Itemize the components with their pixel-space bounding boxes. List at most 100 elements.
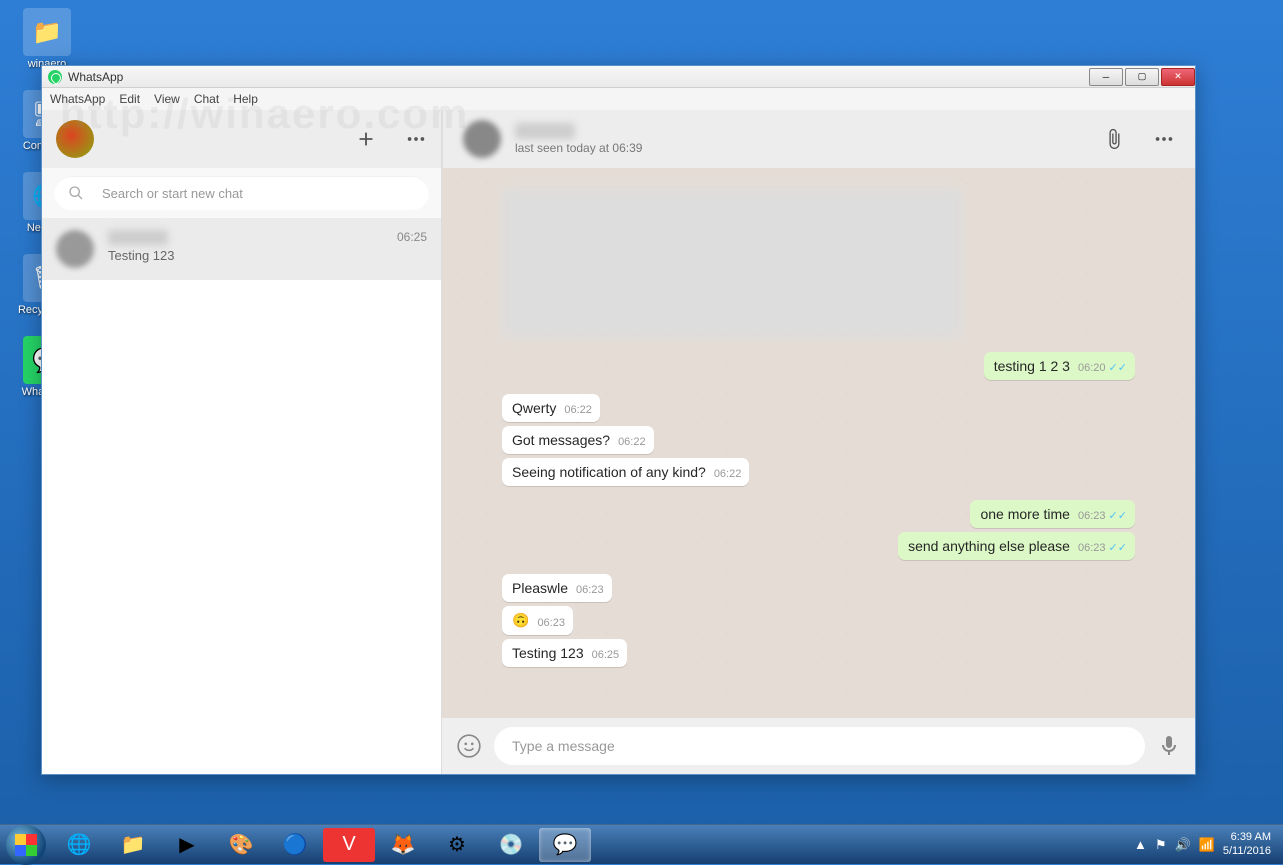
message-text: Seeing notification of any kind? [512,464,706,480]
start-button[interactable] [6,825,46,865]
taskbar-whatsapp[interactable]: 💬 [539,828,591,862]
message-row: Pleaswle 06:23 [502,574,1135,602]
message-time: 06:23 [576,584,604,596]
taskbar-chrome[interactable]: 🔵 [269,828,321,862]
search-icon [68,185,84,201]
mic-icon[interactable] [1157,734,1181,758]
message-time: 06:22 [714,468,742,480]
message-incoming[interactable]: Got messages?06:22 [502,426,654,454]
message-row: Qwerty 06:22 [502,394,1135,422]
message-text: testing 1 2 3 [994,358,1070,374]
chat-time: 06:25 [397,230,427,245]
message-input[interactable]: Type a message [494,727,1145,765]
contact-avatar [56,230,94,268]
message-text: Got messages? [512,432,610,448]
read-ticks-icon: ✓✓ [1106,510,1128,522]
menubar: WhatsApp Edit View Chat Help [42,88,1195,110]
tray-flag-icon[interactable]: ⚑ [1155,837,1167,853]
message-time: 06:20 ✓✓ [1078,361,1127,374]
clock-date: 5/11/2016 [1223,845,1271,858]
chat-preview: Testing 123 [108,248,427,263]
message-text: send anything else please [908,538,1070,554]
message-outgoing[interactable]: testing 1 2 3 06:20 ✓✓ [984,352,1135,380]
chat-contact-name [515,123,575,139]
chat-menu-icon[interactable] [1153,128,1175,150]
titlebar[interactable]: WhatsApp ─ ▢ ✕ [42,66,1195,88]
clock-time: 6:39 AM [1223,831,1271,844]
attach-icon[interactable] [1103,128,1125,150]
menu-whatsapp[interactable]: WhatsApp [50,92,105,106]
message-time: 06:22 [564,404,592,416]
message-incoming[interactable]: Qwerty 06:22 [502,394,600,422]
redacted-messages [502,188,962,338]
message-text: one more time [980,506,1069,522]
whatsapp-app-icon [48,70,62,84]
menu-help[interactable]: Help [233,92,258,106]
tray-volume-icon[interactable]: 🔊 [1175,837,1191,853]
message-row: Got messages?06:22 [502,426,1135,454]
whatsapp-window: WhatsApp ─ ▢ ✕ WhatsApp Edit View Chat H… [41,65,1196,775]
messages-area[interactable]: testing 1 2 3 06:20 ✓✓ Qwerty 06:22 Got mess… [442,168,1195,718]
new-chat-icon[interactable] [355,128,377,150]
chat-status: last seen today at 06:39 [515,141,1103,155]
user-avatar[interactable] [56,120,94,158]
desktop-icon-winaero[interactable]: 📁 winaero [12,8,82,70]
message-time: 06:23 ✓✓ [1078,541,1127,554]
read-ticks-icon: ✓✓ [1106,542,1128,554]
message-text: Pleaswle [512,580,568,596]
chat-list-item[interactable]: 06:25 Testing 123 [42,218,441,280]
menu-dots-icon[interactable] [405,128,427,150]
taskbar-explorer[interactable]: 📁 [107,828,159,862]
menu-edit[interactable]: Edit [119,92,140,106]
taskbar-app1[interactable]: 🎨 [215,828,267,862]
taskbar-vivaldi[interactable]: V [323,828,375,862]
message-time: 06:23 [537,617,565,629]
menu-chat[interactable]: Chat [194,92,219,106]
menu-view[interactable]: View [154,92,180,106]
close-button[interactable]: ✕ [1161,68,1195,86]
message-row: one more time 06:23 ✓✓ [502,500,1135,528]
read-ticks-icon: ✓✓ [1106,362,1128,374]
sidebar: Search or start new chat 06:25 Testing 1… [42,110,442,774]
message-row: 🙃 06:23 [502,606,1135,635]
search-input[interactable]: Search or start new chat [54,176,429,210]
message-incoming[interactable]: 🙃 06:23 [502,606,573,635]
folder-icon: 📁 [23,8,71,56]
search-placeholder: Search or start new chat [102,186,243,201]
emoji-icon[interactable] [456,733,482,759]
message-row: testing 1 2 3 06:20 ✓✓ [502,352,1135,380]
minimize-button[interactable]: ─ [1089,68,1123,86]
message-text: Testing 123 [512,645,584,661]
tray-chevron-icon[interactable]: ▲ [1134,837,1147,852]
taskbar-mediaplayer[interactable]: ▶ [161,828,213,862]
sidebar-header [42,110,441,168]
chat-contact-avatar[interactable] [463,120,501,158]
search-bar: Search or start new chat [42,168,441,218]
taskbar-ie[interactable]: 🌐 [53,828,105,862]
taskbar-app2[interactable]: ⚙ [431,828,483,862]
chat-pane: last seen today at 06:39 testing 1 2 3 06… [442,110,1195,774]
message-outgoing[interactable]: one more time 06:23 ✓✓ [970,500,1135,528]
message-incoming[interactable]: Pleaswle 06:23 [502,574,612,602]
message-time: 06:23 ✓✓ [1078,509,1127,522]
message-text: Qwerty [512,400,556,416]
message-row: Testing 123 06:25 [502,639,1135,667]
contact-name [108,230,168,245]
compose-placeholder: Type a message [512,738,615,754]
maximize-button[interactable]: ▢ [1125,68,1159,86]
tray-network-icon[interactable]: 📶 [1199,837,1215,853]
message-row: send anything else please 06:23 ✓✓ [502,532,1135,560]
message-incoming[interactable]: Testing 123 06:25 [502,639,627,667]
taskbar-clock[interactable]: 6:39 AM 5/11/2016 [1223,831,1271,857]
chat-header: last seen today at 06:39 [442,110,1195,168]
window-title: WhatsApp [68,70,1087,84]
message-text: 🙃 [512,612,529,629]
taskbar-firefox[interactable]: 🦊 [377,828,429,862]
message-row: Seeing notification of any kind? 06:22 [502,458,1135,486]
message-incoming[interactable]: Seeing notification of any kind? 06:22 [502,458,749,486]
message-time: 06:25 [592,649,620,661]
taskbar: 🌐 📁 ▶ 🎨 🔵 V 🦊 ⚙ 💿 💬 ▲ ⚑ 🔊 📶 6:39 AM 5/11… [0,824,1283,864]
message-outgoing[interactable]: send anything else please 06:23 ✓✓ [898,532,1135,560]
taskbar-app3[interactable]: 💿 [485,828,537,862]
compose-bar: Type a message [442,718,1195,774]
